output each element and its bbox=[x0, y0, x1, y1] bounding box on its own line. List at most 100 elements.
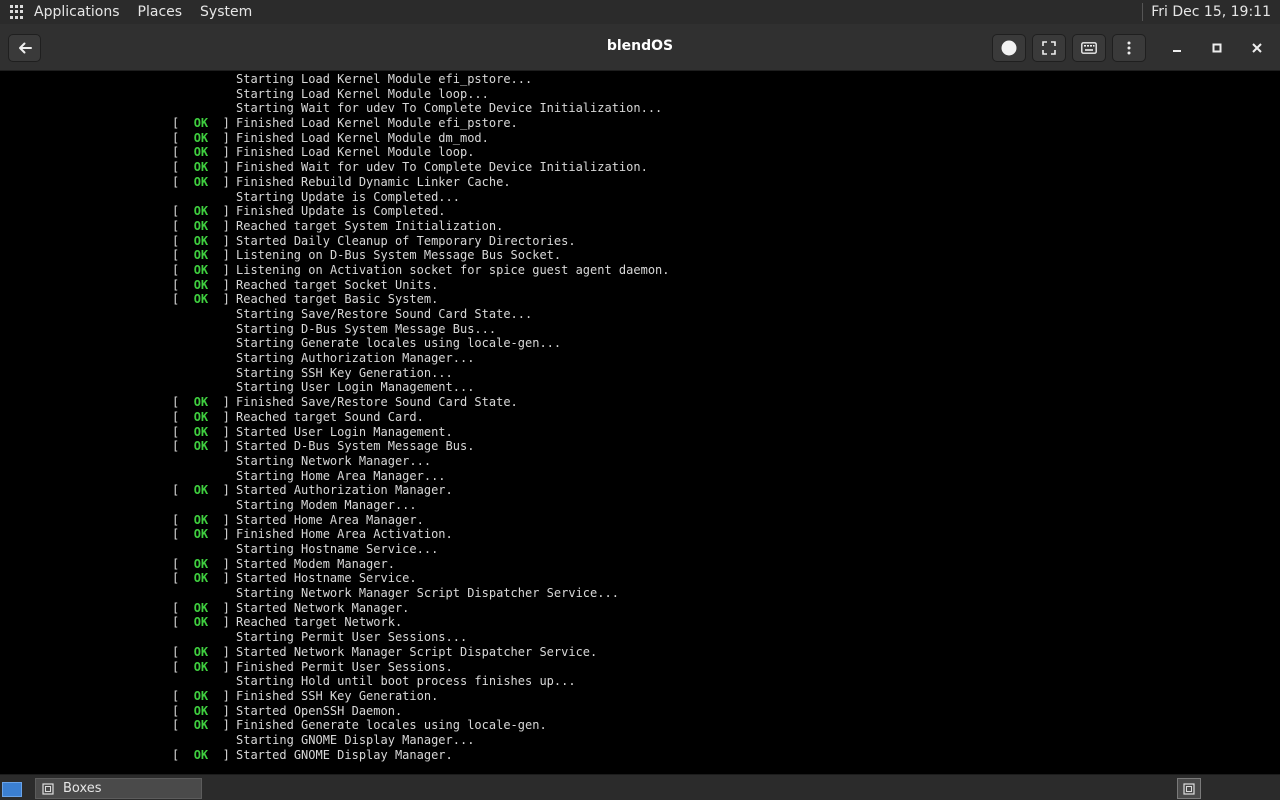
boot-log-line: [ OK ] Finished Rebuild Dynamic Linker C… bbox=[172, 175, 670, 190]
log-verb: Started bbox=[236, 571, 287, 586]
status-badge: [ OK ] bbox=[172, 145, 238, 160]
task-button-boxes[interactable]: Boxes bbox=[35, 778, 202, 799]
log-verb: Started bbox=[236, 424, 287, 439]
minimize-icon bbox=[1173, 50, 1181, 52]
boot-log-line: Starting Hostname Service... bbox=[172, 542, 670, 557]
task-label: Boxes bbox=[63, 781, 102, 796]
close-button[interactable] bbox=[1244, 34, 1270, 62]
log-verb: Listening on bbox=[236, 248, 323, 263]
boot-log-line: [ OK ] Listening on D-Bus System Message… bbox=[172, 248, 670, 263]
log-text: Generate locales using locale-gen... bbox=[301, 336, 562, 351]
status-badge: [ OK ] bbox=[172, 556, 238, 571]
log-text: Authorization Manager... bbox=[301, 351, 475, 366]
log-text: Load Kernel Module loop... bbox=[301, 86, 489, 101]
status-badge: [ OK ] bbox=[172, 483, 238, 498]
back-button[interactable] bbox=[8, 34, 41, 62]
workspace-switcher-icon[interactable] bbox=[1177, 778, 1201, 799]
boxes-app-icon bbox=[42, 782, 54, 795]
boot-log-line: Starting D-Bus System Message Bus... bbox=[172, 322, 670, 337]
log-verb: Finished bbox=[236, 116, 294, 131]
log-text: GNOME Display Manager... bbox=[301, 732, 475, 747]
log-text: Wait for udev To Complete Device Initial… bbox=[301, 101, 663, 116]
status-badge: [ OK ] bbox=[172, 160, 238, 175]
log-text: Activation socket for spice guest agent … bbox=[329, 262, 670, 277]
log-text: D-Bus System Message Bus... bbox=[301, 321, 497, 336]
log-text: Permit User Sessions... bbox=[301, 630, 468, 645]
ok-status: OK bbox=[193, 659, 209, 674]
boot-log-line: Starting Permit User Sessions... bbox=[172, 630, 670, 645]
maximize-button[interactable] bbox=[1204, 34, 1230, 62]
boot-log: Starting Load Kernel Module efi_pstore..… bbox=[172, 72, 670, 762]
menu-system[interactable]: System bbox=[200, 4, 252, 20]
log-verb: Started bbox=[236, 483, 287, 498]
log-text: System Initialization. bbox=[344, 218, 504, 233]
status-badge: [ OK ] bbox=[172, 747, 238, 762]
status-badge: [ OK ] bbox=[172, 571, 238, 586]
status-badge: [ OK ] bbox=[172, 527, 238, 542]
status-badge: [ OK ] bbox=[172, 512, 238, 527]
boot-log-line: [ OK ] Reached target Sound Card. bbox=[172, 410, 670, 425]
status-badge: [ OK ] bbox=[172, 703, 238, 718]
clock[interactable]: Fri Dec 15, 19:11 bbox=[1151, 4, 1271, 20]
log-text: Load Kernel Module efi_pstore. bbox=[301, 116, 518, 131]
log-verb: Reached target bbox=[236, 218, 338, 233]
menu-places[interactable]: Places bbox=[138, 4, 183, 20]
status-badge: [ OK ] bbox=[172, 424, 238, 439]
record-button[interactable] bbox=[992, 34, 1026, 62]
log-verb: Starting bbox=[236, 336, 294, 351]
log-verb: Starting bbox=[236, 307, 294, 321]
log-verb: Reached target bbox=[236, 615, 338, 630]
menu-applications[interactable]: Applications bbox=[34, 4, 120, 20]
ok-status: OK bbox=[193, 600, 209, 615]
boot-log-line: Starting Network Manager Script Dispatch… bbox=[172, 586, 670, 601]
ok-status: OK bbox=[193, 116, 209, 131]
log-text: Generate locales using locale-gen. bbox=[301, 718, 547, 733]
log-verb: Starting bbox=[236, 351, 294, 366]
log-text: Update is Completed. bbox=[301, 204, 446, 219]
log-verb: Starting bbox=[236, 189, 294, 204]
log-verb: Starting bbox=[236, 72, 294, 86]
log-text: Permit User Sessions. bbox=[301, 659, 453, 674]
log-verb: Starting bbox=[236, 365, 294, 380]
show-desktop-icon[interactable] bbox=[2, 782, 22, 797]
boot-log-line: [ OK ] Finished SSH Key Generation. bbox=[172, 689, 670, 704]
log-text: SSH Key Generation. bbox=[301, 688, 439, 703]
status-badge: [ OK ] bbox=[172, 409, 238, 424]
boot-log-line: [ OK ] Started Network Manager. bbox=[172, 601, 670, 616]
boot-log-line: Starting Load Kernel Module loop... bbox=[172, 87, 670, 102]
boot-log-line: [ OK ] Started Home Area Manager. bbox=[172, 513, 670, 528]
boot-log-line: Starting Save/Restore Sound Card State..… bbox=[172, 307, 670, 322]
status-badge: [ OK ] bbox=[172, 659, 238, 674]
log-text: Authorization Manager. bbox=[293, 483, 453, 498]
vm-console[interactable]: Starting Load Kernel Module efi_pstore..… bbox=[0, 72, 1280, 774]
keyboard-button[interactable] bbox=[1072, 34, 1106, 62]
log-verb: Started bbox=[236, 556, 287, 571]
boot-log-line: [ OK ] Reached target Socket Units. bbox=[172, 278, 670, 293]
boot-log-line: [ OK ] Finished Permit User Sessions. bbox=[172, 660, 670, 675]
boot-log-line: [ OK ] Listening on Activation socket fo… bbox=[172, 263, 670, 278]
boot-log-line: Starting Authorization Manager... bbox=[172, 351, 670, 366]
bottom-panel: Boxes bbox=[0, 774, 1280, 800]
log-verb: Reached target bbox=[236, 292, 338, 307]
log-text: User Login Management. bbox=[293, 424, 453, 439]
fullscreen-icon bbox=[1042, 41, 1056, 55]
log-verb: Started bbox=[236, 233, 287, 248]
minimize-button[interactable] bbox=[1164, 34, 1190, 62]
menu-button[interactable] bbox=[1112, 34, 1146, 62]
ok-status: OK bbox=[193, 747, 209, 762]
log-verb: Finished bbox=[236, 160, 294, 175]
apps-grid-icon[interactable] bbox=[10, 5, 24, 19]
ok-status: OK bbox=[193, 145, 209, 160]
log-text: Home Area Manager... bbox=[301, 468, 446, 483]
log-text: Network Manager Script Dispatcher Servic… bbox=[293, 644, 598, 659]
log-text: GNOME Display Manager. bbox=[293, 747, 453, 762]
status-badge: [ OK ] bbox=[172, 688, 238, 703]
fullscreen-button[interactable] bbox=[1032, 34, 1066, 62]
log-verb: Finished bbox=[236, 688, 294, 703]
log-verb: Starting bbox=[236, 453, 294, 468]
log-verb: Starting bbox=[236, 321, 294, 336]
ok-status: OK bbox=[193, 718, 209, 733]
ok-status: OK bbox=[193, 130, 209, 145]
log-text: Save/Restore Sound Card State... bbox=[301, 307, 533, 321]
boot-log-line: [ OK ] Started Daily Cleanup of Temporar… bbox=[172, 234, 670, 249]
